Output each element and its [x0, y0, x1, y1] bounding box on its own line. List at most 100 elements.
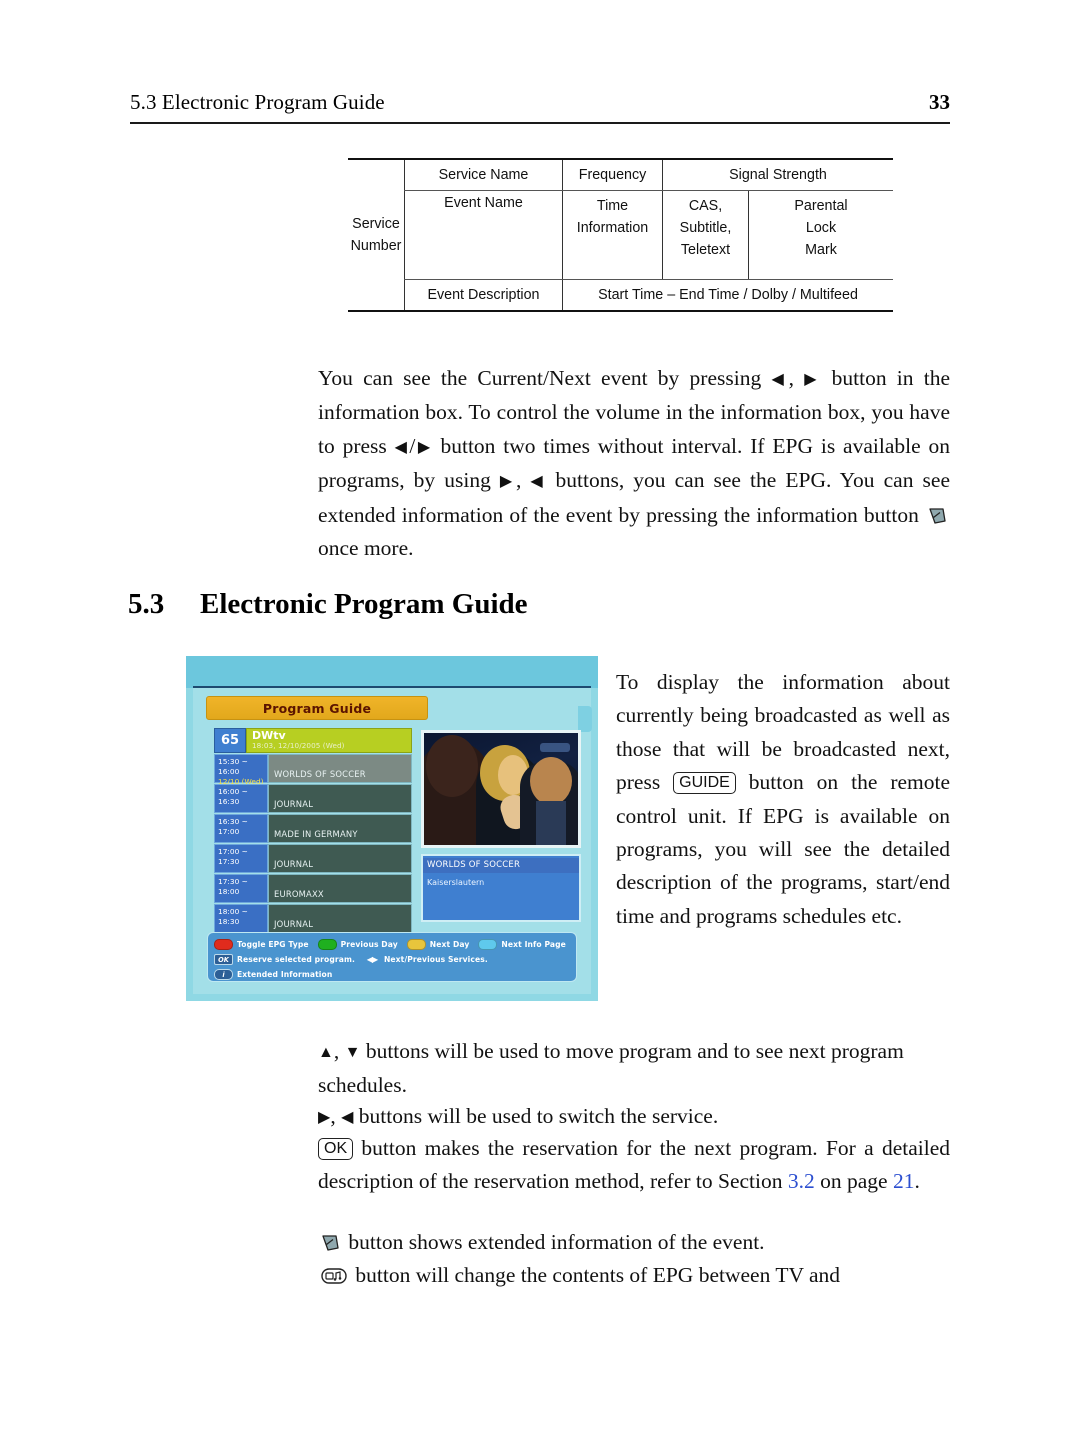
epg-program-title: MADE IN GERMANY	[268, 814, 412, 843]
help-label-leftright: Next/Previous Services.	[383, 955, 488, 964]
cell-service-number: Service Number	[348, 191, 404, 279]
epg-time-slot: 15:30 ~ 16:00 12/10 (Wed)	[214, 754, 268, 786]
epg-program-title: JOURNAL	[268, 904, 412, 933]
help-item-red[interactable]: Toggle EPG Type	[214, 939, 309, 950]
epg-screenshot-figure: Program Guide 65 DWtv 18:03, 12/10/2005 …	[186, 656, 598, 1001]
extended-info-text: button shows extended information of the…	[343, 1230, 765, 1254]
video-channel-logo	[540, 743, 570, 752]
epg-event-detail-box: WORLDS OF SOCCER Kaiserslautern	[421, 854, 581, 922]
video-person-right-shirt	[536, 801, 566, 845]
help-label-red: Toggle EPG Type	[237, 940, 309, 949]
epg-program-title: JOURNAL	[268, 844, 412, 873]
epg-channel-number: 65	[214, 728, 246, 753]
epg-time-slot: 17:00 ~ 17:30	[214, 844, 268, 873]
paragraph-up-down-arrows: ▲, ▼ buttons will be used to move progra…	[318, 1035, 950, 1103]
paragraph-extended-information: button shows extended information of the…	[318, 1226, 950, 1259]
paragraph-tv-radio-toggle: button will change the contents of EPG b…	[318, 1259, 950, 1292]
info-text-8: once more.	[318, 536, 414, 561]
table-bottom-rule	[348, 310, 893, 312]
tv-radio-text: button will change the contents of EPG b…	[350, 1263, 841, 1287]
ok-text-3: .	[914, 1169, 920, 1194]
link-page-21[interactable]: 21	[893, 1169, 915, 1193]
left-arrow-icon: ◀	[530, 473, 547, 491]
cell-empty	[348, 160, 404, 190]
up-arrow-icon: ▲	[318, 1044, 334, 1061]
epg-slot-time: 17:30 ~ 18:00	[218, 877, 248, 896]
epg-channel-row[interactable]: 65 DWtv 18:03, 12/10/2005 (Wed)	[214, 728, 412, 753]
epg-program-title: JOURNAL	[268, 784, 412, 813]
page-number: 33	[929, 90, 950, 114]
epg-top-strip	[186, 656, 598, 688]
page-header: 5.3 Electronic Program Guide 33	[130, 90, 950, 115]
left-arrow-icon: ◀	[341, 1109, 354, 1126]
epg-slot-time: 16:30 ~ 17:00	[218, 817, 248, 836]
cell-signal-strength: Signal Strength	[662, 160, 893, 190]
epg-time-slot: 18:00 ~ 18:30	[214, 904, 268, 933]
epg-title-bar: Program Guide	[206, 696, 428, 720]
epg-schedule-row[interactable]: 18:00 ~ 18:30 JOURNAL	[214, 904, 412, 933]
help-item-leftright[interactable]: ◀▶ Next/Previous Services.	[364, 955, 488, 964]
section-number: 5.3	[128, 588, 165, 620]
service-number-line-2: Number	[350, 238, 402, 254]
info-text-2: ,	[788, 366, 805, 390]
epg-help-bar: Toggle EPG Type Previous Day Next Day Ne…	[207, 932, 577, 982]
blue-button-icon	[478, 939, 498, 950]
help-item-ok[interactable]: OK Reserve selected program.	[214, 954, 355, 965]
cell-time-information: Time Information	[562, 191, 662, 279]
epg-slot-time: 18:00 ~ 18:30	[218, 907, 248, 926]
parental-line-1: Parental	[794, 198, 848, 214]
help-item-info[interactable]: i Extended Information	[214, 969, 332, 980]
paragraph-ok-button: OK button makes the reservation for the …	[318, 1132, 950, 1199]
info-box-schematic-table: Service Name Frequency Signal Strength S…	[348, 158, 893, 312]
epg-time-slot: 16:30 ~ 17:00	[214, 814, 268, 843]
down-arrow-icon: ▼	[344, 1044, 361, 1061]
section-heading: 5.3 Electronic Program Guide	[128, 588, 948, 621]
table-row: Service Name Frequency Signal Strength	[348, 160, 893, 190]
epg-video-preview	[421, 730, 581, 848]
left-arrow-icon: ◀	[771, 371, 789, 388]
lr-text-2: buttons will be used to switch the servi…	[353, 1104, 719, 1128]
link-section-3-2[interactable]: 3.2	[788, 1169, 815, 1193]
epg-channel-info: DWtv 18:03, 12/10/2005 (Wed)	[246, 728, 412, 753]
epg-schedule-grid: 15:30 ~ 16:00 12/10 (Wed) WORLDS OF SOCC…	[214, 754, 412, 934]
epg-schedule-row[interactable]: 15:30 ~ 16:00 12/10 (Wed) WORLDS OF SOCC…	[214, 754, 412, 786]
epg-title-text: Program Guide	[262, 700, 372, 716]
epg-slot-time: 16:00 ~ 16:30	[218, 787, 248, 806]
cell-time-detail: Start Time – End Time / Dolby / Multifee…	[562, 280, 893, 310]
help-line-1: Toggle EPG Type Previous Day Next Day Ne…	[214, 938, 576, 951]
epg-time-slot: 16:00 ~ 16:30	[214, 784, 268, 813]
tv-radio-button-icon	[320, 1263, 348, 1284]
video-person-right-head	[530, 757, 572, 805]
help-item-green[interactable]: Previous Day	[317, 939, 398, 950]
left-right-arrow-icon: ◀▶	[366, 955, 378, 964]
cell-cas-subtitle-teletext: CAS, Subtitle, Teletext	[662, 191, 748, 279]
help-item-blue[interactable]: Next Info Page	[478, 939, 566, 950]
right-arrow-icon: ▶	[415, 438, 433, 456]
epg-schedule-row[interactable]: 16:30 ~ 17:00 MADE IN GERMANY	[214, 814, 412, 843]
left-arrow-icon: ◀	[394, 438, 410, 456]
right-arrow-icon: ▶	[499, 473, 516, 491]
yellow-button-icon	[406, 939, 426, 950]
guide-keycap: GUIDE	[673, 772, 736, 795]
event-name-text: Event Name	[444, 195, 523, 211]
paragraph-info-box: You can see the Current/Next event by pr…	[318, 362, 950, 565]
table-row: Event Description Start Time – End Time …	[348, 280, 893, 310]
epg-schedule-row[interactable]: 17:30 ~ 18:00 EUROMAXX	[214, 874, 412, 903]
parental-line-2: Lock	[805, 220, 837, 237]
parental-line-3: Mark	[805, 242, 837, 259]
red-button-icon	[214, 939, 233, 950]
info-button-icon: i	[214, 969, 233, 980]
epg-schedule-row[interactable]: 16:00 ~ 16:30 JOURNAL	[214, 784, 412, 813]
cas-line-1: CAS,	[688, 198, 723, 214]
information-button-icon	[319, 1230, 342, 1251]
epg-schedule-row[interactable]: 17:00 ~ 17:30 JOURNAL	[214, 844, 412, 873]
help-label-ok: Reserve selected program.	[237, 955, 355, 964]
header-rule	[130, 122, 950, 124]
help-item-yellow[interactable]: Next Day	[406, 939, 470, 950]
cell-event-description: Event Description	[404, 280, 562, 310]
info-text-6: ,	[515, 468, 531, 493]
time-line-1: Time	[596, 198, 629, 214]
epg-program-title: WORLDS OF SOCCER	[268, 754, 412, 783]
cas-line-3: Teletext	[680, 242, 731, 259]
epg-channel-datetime: 18:03, 12/10/2005 (Wed)	[252, 740, 345, 750]
